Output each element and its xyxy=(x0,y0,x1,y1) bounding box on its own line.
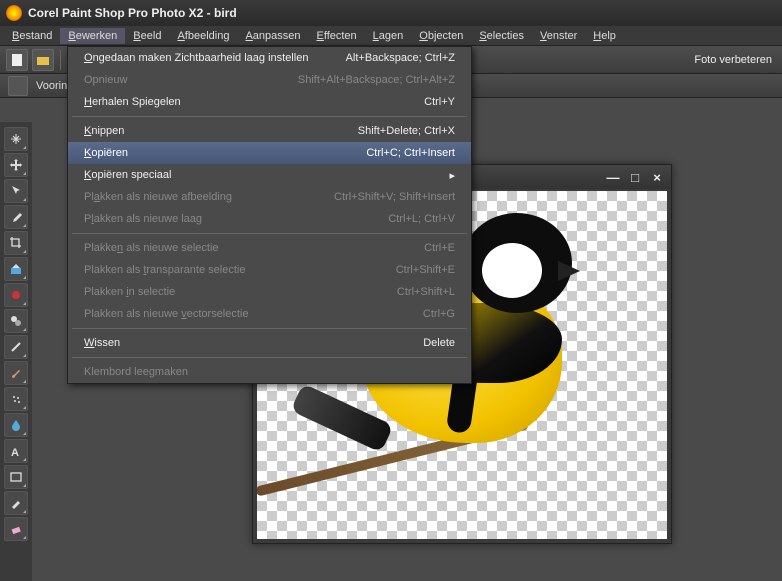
menu-shortcut: Ctrl+Shift+L xyxy=(397,286,455,298)
menu-item-label: Herhalen Spiegelen xyxy=(84,96,181,108)
menu-item-kopi-ren[interactable]: Kopiëren Ctrl+C; Ctrl+Insert xyxy=(68,142,471,164)
tool-brush[interactable] xyxy=(4,361,28,385)
tool-pan[interactable] xyxy=(4,127,28,151)
tool-clone[interactable] xyxy=(4,309,28,333)
menu-item-label: Klembord leegmaken xyxy=(84,366,188,378)
menu-aanpassen[interactable]: Aanpassen xyxy=(237,28,308,44)
menu-item-label: Plakken als nieuwe selectie xyxy=(84,242,219,254)
close-button[interactable]: × xyxy=(649,170,665,184)
menu-item-plakken-als-nieuwe-selectie: Plakken als nieuwe selectie Ctrl+E xyxy=(68,237,471,259)
new-file-button[interactable] xyxy=(6,49,28,71)
menu-item-plakken-als-transparante-selec: Plakken als transparante selectie Ctrl+Sh… xyxy=(68,259,471,281)
menu-shortcut: Ctrl+Shift+E xyxy=(396,264,455,276)
menu-item-opnieuw: Opnieuw Shift+Alt+Backspace; Ctrl+Alt+Z xyxy=(68,69,471,91)
menu-objecten[interactable]: Objecten xyxy=(411,28,471,44)
menu-lagen[interactable]: Lagen xyxy=(365,28,412,44)
menu-item-plakken-als-nieuwe-vectorselec: Plakken als nieuwe vectorselectie Ctrl+G xyxy=(68,303,471,325)
menu-item-knippen[interactable]: Knippen Shift+Delete; Ctrl+X xyxy=(68,120,471,142)
tool-fill[interactable] xyxy=(4,257,28,281)
menu-shortcut: Ctrl+L; Ctrl+V xyxy=(388,213,455,225)
tool-eraser[interactable] xyxy=(4,517,28,541)
menu-shortcut: Ctrl+Y xyxy=(424,96,455,108)
menu-help[interactable]: Help xyxy=(585,28,624,44)
toolbar-separator xyxy=(60,50,61,70)
menu-shortcut: Delete xyxy=(423,337,455,349)
menu-item-label: Plakken als nieuwe afbeelding xyxy=(84,191,232,203)
minimize-button[interactable]: — xyxy=(605,170,621,184)
menu-item-label: Kopiëren xyxy=(84,147,128,159)
tool-pick[interactable] xyxy=(4,179,28,203)
menu-shortcut: Shift+Alt+Backspace; Ctrl+Alt+Z xyxy=(298,74,455,86)
menu-shortcut: Ctrl+C; Ctrl+Insert xyxy=(366,147,455,159)
open-file-button[interactable] xyxy=(32,49,54,71)
menu-item-label: Plakken als transparante selectie xyxy=(84,264,245,276)
tool-pen[interactable] xyxy=(4,491,28,515)
app-logo-icon xyxy=(6,5,22,21)
menu-shortcut: Ctrl+G xyxy=(423,308,455,320)
options-preset-button[interactable] xyxy=(8,76,28,96)
menu-item-ongedaan-maken-zichtbaarheid-l[interactable]: Ongedaan maken Zichtbaarheid laag instel… xyxy=(68,47,471,69)
menu-shortcut: Shift+Delete; Ctrl+X xyxy=(358,125,455,137)
menu-item-plakken-als-nieuwe-laag: Plakken als nieuwe laag Ctrl+L; Ctrl+V xyxy=(68,208,471,230)
menu-item-label: Plakken als nieuwe laag xyxy=(84,213,202,225)
menu-item-label: Plakken in selectie xyxy=(84,286,175,298)
menu-item-kopi-ren-speciaal[interactable]: Kopiëren speciaal ▸ xyxy=(68,164,471,186)
menu-item-label: Knippen xyxy=(84,125,124,137)
tool-shape[interactable] xyxy=(4,465,28,489)
menu-bewerken[interactable]: Bewerken xyxy=(60,28,125,44)
tool-text[interactable]: A xyxy=(4,439,28,463)
menu-beeld[interactable]: Beeld xyxy=(125,28,169,44)
svg-text:A: A xyxy=(11,447,19,458)
menu-shortcut: Alt+Backspace; Ctrl+Z xyxy=(346,52,455,64)
menu-venster[interactable]: Venster xyxy=(532,28,585,44)
menu-afbeelding[interactable]: Afbeelding xyxy=(169,28,237,44)
window-title: Corel Paint Shop Pro Photo X2 - bird xyxy=(28,6,237,20)
title-bar: Corel Paint Shop Pro Photo X2 - bird xyxy=(0,0,782,26)
edit-menu-dropdown[interactable]: Ongedaan maken Zichtbaarheid laag instel… xyxy=(67,46,472,384)
tool-palette: A xyxy=(0,122,32,581)
menu-item-label: Opnieuw xyxy=(84,74,127,86)
tool-scratch[interactable] xyxy=(4,335,28,359)
menu-item-klembord-leegmaken: Klembord leegmaken xyxy=(68,361,471,383)
menu-bestand[interactable]: Bestand xyxy=(4,28,60,44)
tool-redeye[interactable] xyxy=(4,283,28,307)
menu-shortcut: Ctrl+E xyxy=(424,242,455,254)
tool-dropper[interactable] xyxy=(4,205,28,229)
menu-effecten[interactable]: Effecten xyxy=(309,28,365,44)
menu-separator xyxy=(72,328,467,329)
maximize-button[interactable]: □ xyxy=(627,170,643,184)
menu-item-label: Kopiëren speciaal xyxy=(84,169,171,181)
menu-shortcut: Ctrl+Shift+V; Shift+Insert xyxy=(334,191,455,203)
submenu-arrow-icon: ▸ xyxy=(449,169,455,182)
menu-item-plakken-als-nieuwe-afbeelding: Plakken als nieuwe afbeelding Ctrl+Shift+… xyxy=(68,186,471,208)
tool-crop[interactable] xyxy=(4,231,28,255)
photo-enhance-label[interactable]: Foto verbeteren xyxy=(688,54,778,66)
menu-item-label: Ongedaan maken Zichtbaarheid laag instel… xyxy=(84,52,308,64)
menu-separator xyxy=(72,233,467,234)
tool-move[interactable] xyxy=(4,153,28,177)
menu-bar[interactable]: BestandBewerkenBeeldAfbeeldingAanpassenE… xyxy=(0,26,782,46)
tool-flood[interactable] xyxy=(4,413,28,437)
menu-item-label: Wissen xyxy=(84,337,120,349)
menu-separator xyxy=(72,357,467,358)
menu-separator xyxy=(72,116,467,117)
menu-item-wissen[interactable]: Wissen Delete xyxy=(68,332,471,354)
menu-item-herhalen-spiegelen[interactable]: Herhalen Spiegelen Ctrl+Y xyxy=(68,91,471,113)
menu-item-label: Plakken als nieuwe vectorselectie xyxy=(84,308,249,320)
tool-airbrush[interactable] xyxy=(4,387,28,411)
menu-item-plakken-in-selectie: Plakken in selectie Ctrl+Shift+L xyxy=(68,281,471,303)
menu-selecties[interactable]: Selecties xyxy=(471,28,532,44)
